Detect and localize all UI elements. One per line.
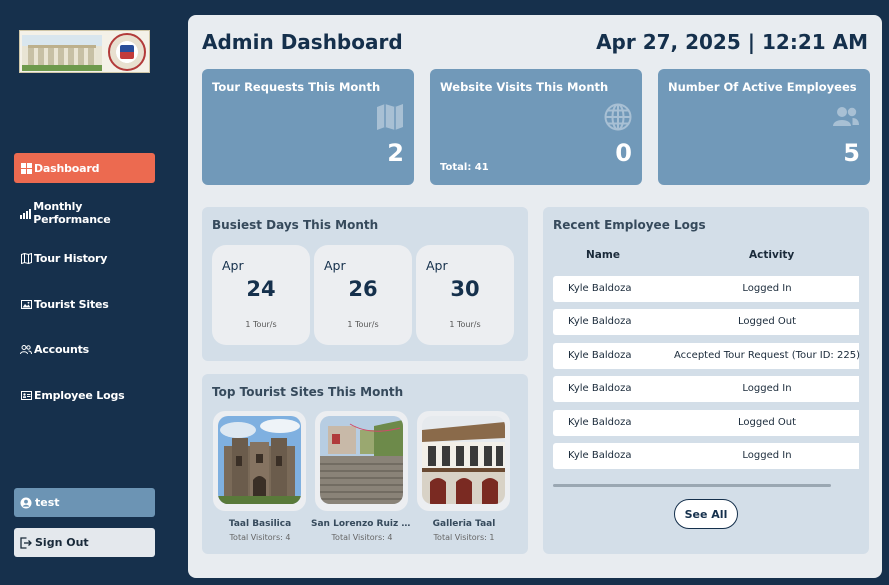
sidebar-item-label: Tour History [34, 251, 108, 265]
sidebar-item-employee-logs[interactable]: Employee Logs [14, 380, 155, 410]
main-content: Admin Dashboard Apr 27, 2025 | 12:21 AM … [188, 15, 882, 578]
bar-chart-icon [20, 207, 32, 219]
column-header-name: Name [586, 249, 620, 261]
sidebar-item-accounts[interactable]: Accounts [14, 334, 155, 364]
log-activity: Logged Out [737, 316, 797, 327]
site-name: Galleria Taal [432, 519, 496, 529]
busy-day-card: Apr 30 1 Tour/s [416, 245, 514, 345]
see-all-button[interactable]: See All [674, 499, 738, 529]
stat-title: Website Visits This Month [440, 80, 609, 94]
dashboard-icon [20, 162, 32, 174]
site-visitors: Total Visitors: 1 [433, 533, 495, 542]
day-number: 26 [348, 277, 378, 301]
log-name: Kyle Baldoza [568, 450, 632, 461]
municipal-seal-logo [108, 33, 146, 71]
table-row: Kyle Baldoza Logged Out [553, 309, 859, 335]
sign-out-label: Sign Out [35, 536, 89, 549]
panel-title: Top Tourist Sites This Month [212, 385, 404, 399]
day-tour-count: 1 Tour/s [449, 320, 481, 329]
site-visitors: Total Visitors: 4 [331, 533, 393, 542]
log-name: Kyle Baldoza [568, 283, 632, 294]
site-photo-taal-basilica [218, 416, 301, 504]
busiest-days-panel: Busiest Days This Month Apr 24 1 Tour/s … [202, 207, 528, 361]
table-row: Kyle Baldoza Logged In [553, 376, 859, 402]
panel-title: Busiest Days This Month [212, 218, 379, 232]
stat-subtext: Total: 41 [440, 162, 489, 173]
id-card-icon [20, 389, 32, 401]
sidebar-item-monthly-performance[interactable]: Monthly Performance [14, 198, 155, 228]
stat-card-website-visits: Website Visits This Month Total: 41 0 [430, 69, 642, 185]
site-card[interactable] [213, 411, 306, 511]
top-sites-panel: Top Tourist Sites This Month Taal Basili… [202, 374, 528, 554]
column-header-activity: Activity [749, 249, 795, 261]
panel-title: Recent Employee Logs [553, 218, 706, 232]
sidebar-item-label: Monthly Performance [33, 200, 111, 226]
log-activity: Logged In [742, 450, 792, 461]
map-icon [376, 103, 404, 131]
sidebar: Dashboard Monthly Performance Tour Histo… [0, 0, 170, 585]
municipal-building-image [22, 35, 102, 71]
users-icon [20, 343, 32, 355]
day-tour-count: 1 Tour/s [245, 320, 277, 329]
site-photo-san-lorenzo-ruiz-steps [320, 416, 403, 504]
log-activity: Logged In [742, 383, 792, 394]
site-photo-galleria-taal [422, 416, 505, 504]
site-card[interactable] [315, 411, 408, 511]
day-number: 24 [246, 277, 276, 301]
globe-icon [604, 103, 632, 131]
log-name: Kyle Baldoza [568, 383, 632, 394]
day-month: Apr [324, 258, 346, 273]
sidebar-item-label: Accounts [34, 342, 89, 356]
logo [19, 30, 150, 73]
log-name: Kyle Baldoza [568, 350, 632, 361]
log-activity: Logged In [742, 283, 792, 294]
busy-day-card: Apr 24 1 Tour/s [212, 245, 310, 345]
table-row: Kyle Baldoza Accepted Tour Request (Tour… [553, 343, 860, 369]
site-name: San Lorenzo Ruiz Ste... [311, 519, 413, 529]
table-row: Kyle Baldoza Logged In [553, 276, 859, 302]
map-icon [20, 252, 32, 264]
log-name: Kyle Baldoza [568, 417, 632, 428]
sidebar-item-label: Employee Logs [34, 388, 125, 402]
sidebar-item-tourist-sites[interactable]: Tourist Sites [14, 289, 155, 319]
stat-title: Number Of Active Employees [668, 80, 857, 94]
day-number: 30 [450, 277, 480, 301]
horizontal-scrollbar[interactable] [553, 484, 831, 487]
site-visitors: Total Visitors: 4 [229, 533, 291, 542]
stat-value: 2 [387, 139, 404, 167]
stat-title: Tour Requests This Month [212, 80, 381, 94]
day-tour-count: 1 Tour/s [347, 320, 379, 329]
day-month: Apr [222, 258, 244, 273]
table-row: Kyle Baldoza Logged Out [553, 410, 859, 436]
stat-value: 5 [843, 139, 860, 167]
image-icon [20, 298, 32, 310]
sidebar-item-label: Tourist Sites [34, 297, 109, 311]
sidebar-item-label: Dashboard [34, 161, 100, 175]
log-activity: Accepted Tour Request (Tour ID: 225) [674, 350, 860, 361]
user-circle-icon [20, 497, 32, 509]
users-icon [832, 103, 860, 131]
stat-card-tour-requests: Tour Requests This Month 2 [202, 69, 414, 185]
current-datetime: Apr 27, 2025 | 12:21 AM [596, 30, 868, 54]
user-name: test [35, 496, 60, 509]
table-row: Kyle Baldoza Logged In [553, 443, 859, 469]
employee-logs-panel: Recent Employee Logs Name Activity Kyle … [543, 207, 869, 554]
day-month: Apr [426, 258, 448, 273]
user-profile-button[interactable]: test [14, 488, 155, 517]
page-title: Admin Dashboard [202, 30, 403, 54]
log-name: Kyle Baldoza [568, 316, 632, 327]
sign-out-button[interactable]: Sign Out [14, 528, 155, 557]
stat-value: 0 [615, 139, 632, 167]
busy-day-card: Apr 26 1 Tour/s [314, 245, 412, 345]
stat-card-active-employees: Number Of Active Employees 5 [658, 69, 870, 185]
sidebar-item-tour-history[interactable]: Tour History [14, 243, 155, 273]
sidebar-item-dashboard[interactable]: Dashboard [14, 153, 155, 183]
site-name: Taal Basilica [228, 519, 292, 529]
sign-out-icon [20, 536, 32, 549]
log-activity: Logged Out [737, 417, 797, 428]
site-card[interactable] [417, 411, 510, 511]
